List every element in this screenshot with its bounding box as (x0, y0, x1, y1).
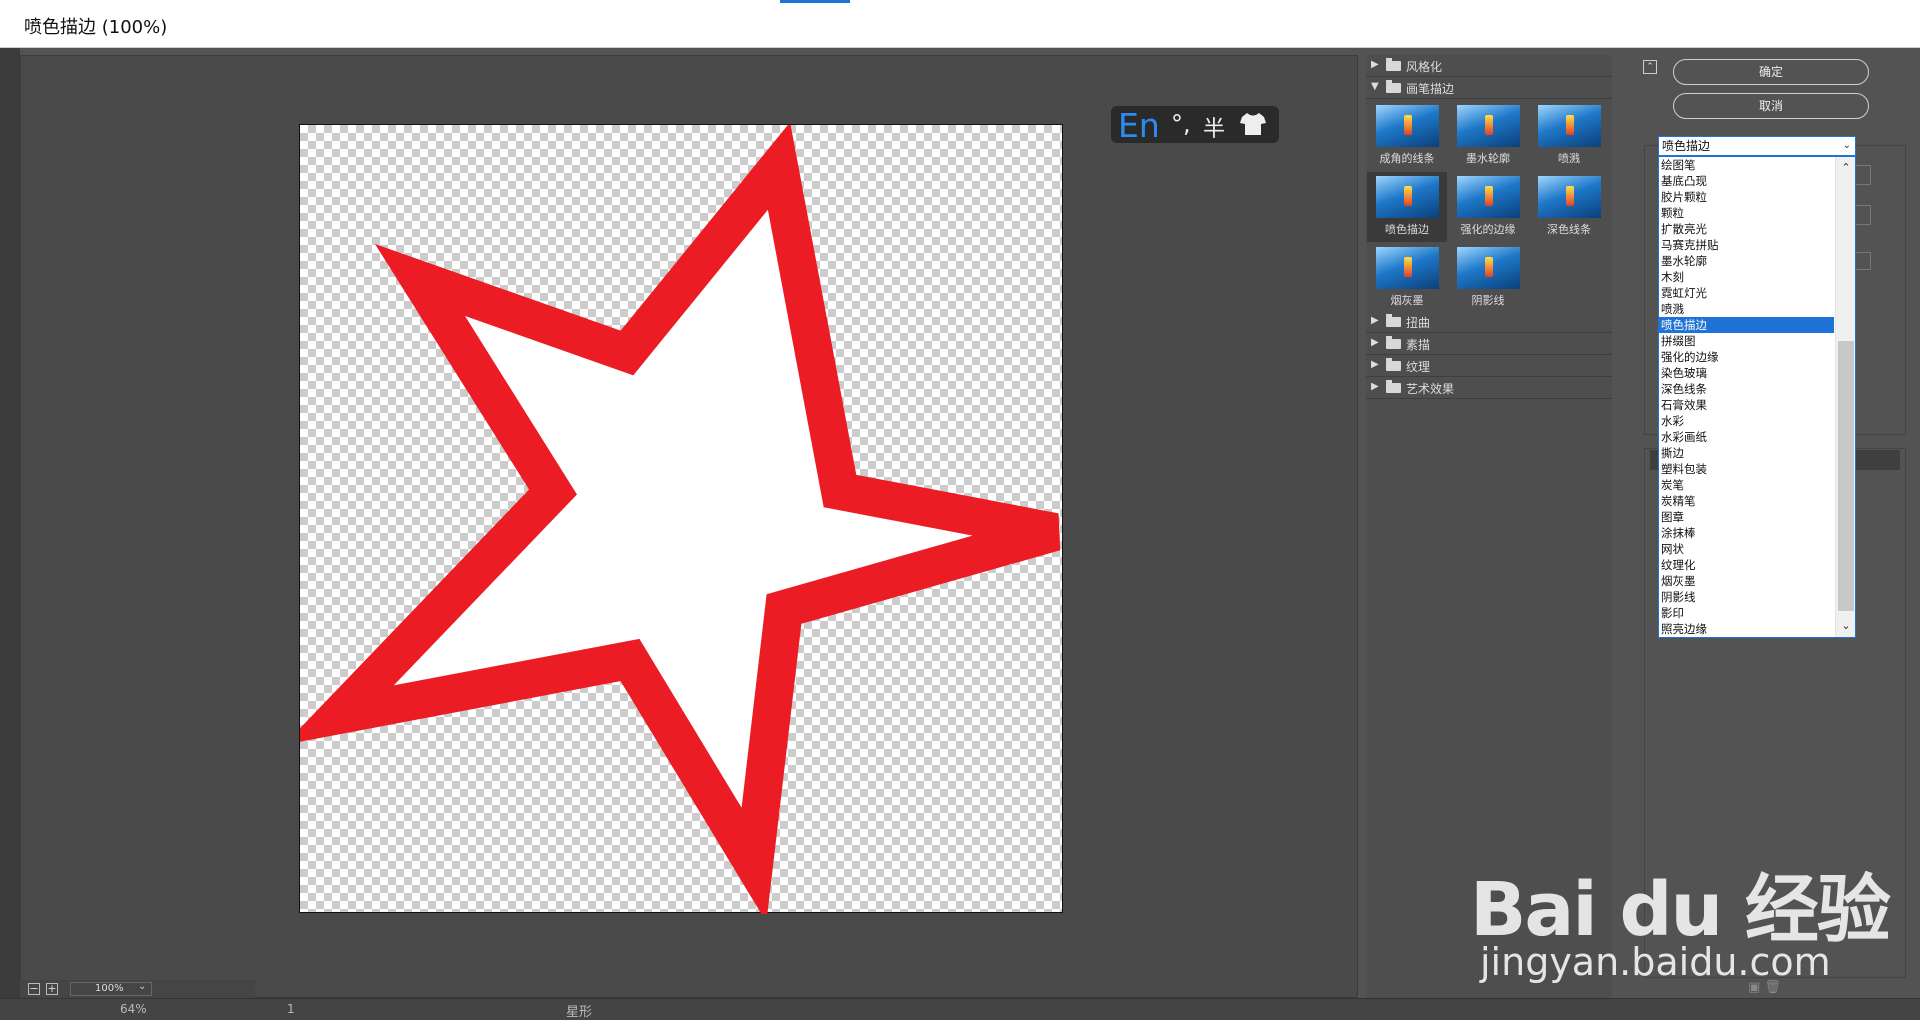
filter-thumb[interactable]: 深色线条 (1529, 172, 1609, 242)
category-artistic[interactable]: ▶ 艺术效果 (1366, 377, 1612, 399)
collapse-gallery-icon[interactable]: ⌃ (1643, 60, 1657, 74)
active-tab-indicator (780, 0, 850, 3)
zoom-out-button[interactable]: − (28, 983, 40, 995)
filter-preview-image (1376, 105, 1439, 147)
ime-width: 半 (1203, 117, 1226, 142)
preview-canvas[interactable] (299, 124, 1063, 914)
filter-option[interactable]: 影印 (1659, 605, 1834, 621)
expand-arrow-icon: ▶ (1371, 315, 1379, 326)
filter-preview-image (1457, 105, 1520, 147)
filter-options-list[interactable]: 绘图笔 基底凸现 胶片颗粒 颗粒 扩散亮光 马赛克拼贴 墨水轮廓 木刻 霓虹灯光… (1658, 156, 1856, 638)
filter-preview-image (1376, 247, 1439, 289)
ime-indicator[interactable]: En °, 半 (1111, 106, 1279, 145)
document-zoom[interactable]: 64% (120, 1002, 147, 1016)
filter-option[interactable]: 照亮边缘 (1659, 621, 1834, 637)
star-shape (300, 125, 1061, 914)
ime-punctuation: °, (1171, 110, 1191, 138)
baidu-watermark: Bai du 经验 jingyan.baidu.com (1470, 810, 1910, 1010)
watermark-url: jingyan.baidu.com (1480, 940, 1831, 984)
filter-option[interactable]: 霓虹灯光 (1659, 285, 1834, 301)
ok-button[interactable]: 确定 (1673, 59, 1869, 85)
filter-thumb[interactable]: 成角的线条 (1367, 101, 1447, 171)
filter-thumb[interactable]: 喷溅 (1529, 101, 1609, 171)
filter-option[interactable]: 喷溅 (1659, 301, 1834, 317)
filter-thumb[interactable]: 墨水轮廓 (1448, 101, 1528, 171)
filter-option[interactable]: 石膏效果 (1659, 397, 1834, 413)
expand-arrow-icon: ▶ (1371, 381, 1379, 392)
expand-arrow-icon: ▶ (1371, 359, 1379, 370)
folder-icon (1386, 80, 1401, 93)
folder-icon (1386, 336, 1401, 349)
filter-thumb[interactable]: 强化的边缘 (1448, 172, 1528, 242)
filter-option[interactable]: 深色线条 (1659, 381, 1834, 397)
filter-option[interactable]: 扩散亮光 (1659, 221, 1834, 237)
filter-option[interactable]: 塑料包装 (1659, 461, 1834, 477)
filter-option[interactable]: 烟灰墨 (1659, 573, 1834, 589)
filter-option[interactable]: 图章 (1659, 509, 1834, 525)
filter-preview-image (1538, 176, 1601, 218)
title-bar: 喷色描边 (100%) (0, 0, 1920, 48)
list-scrollbar[interactable]: ⌃ ⌄ (1835, 157, 1855, 637)
ime-language: En (1118, 106, 1160, 145)
filter-option-selected[interactable]: 喷色描边 (1659, 317, 1834, 333)
category-stylize[interactable]: ▶ 风格化 (1366, 55, 1612, 77)
filter-option[interactable]: 纹理化 (1659, 557, 1834, 573)
filter-select-value: 喷色描边 (1662, 139, 1711, 153)
filter-thumb-selected[interactable]: 喷色描边 (1367, 172, 1447, 242)
filter-preview-image (1457, 176, 1520, 218)
filter-option[interactable]: 染色玻璃 (1659, 365, 1834, 381)
filter-option[interactable]: 墨水轮廓 (1659, 253, 1834, 269)
category-texture[interactable]: ▶ 纹理 (1366, 355, 1612, 377)
expand-arrow-icon: ▶ (1371, 59, 1379, 70)
zoom-control: − + 100% ⌄ (20, 980, 255, 998)
filter-option[interactable]: 马赛克拼贴 (1659, 237, 1834, 253)
filter-select[interactable]: 喷色描边 ⌄ (1658, 136, 1856, 156)
filter-thumb[interactable]: 烟灰墨 (1367, 243, 1447, 313)
expand-arrow-icon: ▶ (1371, 337, 1379, 348)
category-brush-strokes[interactable]: ▼ 画笔描边 (1366, 77, 1612, 99)
filter-option[interactable]: 强化的边缘 (1659, 349, 1834, 365)
page-number[interactable]: 1 (287, 1002, 295, 1016)
folder-icon (1386, 358, 1401, 371)
category-sketch[interactable]: ▶ 素描 (1366, 333, 1612, 355)
chevron-down-icon: ⌄ (1842, 140, 1851, 151)
star-outline (300, 125, 1061, 914)
filter-option[interactable]: 绘图笔 (1659, 157, 1834, 173)
left-edge (0, 48, 20, 1020)
skin-icon (1239, 111, 1267, 140)
category-distort[interactable]: ▶ 扭曲 (1366, 311, 1612, 333)
scrollbar-thumb[interactable] (1838, 341, 1854, 611)
filter-option[interactable]: 颗粒 (1659, 205, 1834, 221)
scroll-down-icon[interactable]: ⌄ (1836, 617, 1855, 635)
filter-option[interactable]: 水彩 (1659, 413, 1834, 429)
filter-option[interactable]: 撕边 (1659, 445, 1834, 461)
cancel-button[interactable]: 取消 (1673, 93, 1869, 119)
filter-preview-image (1457, 247, 1520, 289)
filter-option[interactable]: 炭精笔 (1659, 493, 1834, 509)
filter-option[interactable]: 水彩画纸 (1659, 429, 1834, 445)
filter-preview-image (1538, 105, 1601, 147)
scroll-up-icon[interactable]: ⌃ (1836, 159, 1855, 177)
folder-icon (1386, 58, 1401, 71)
filter-option[interactable]: 木刻 (1659, 269, 1834, 285)
filter-option[interactable]: 炭笔 (1659, 477, 1834, 493)
filter-option[interactable]: 阴影线 (1659, 589, 1834, 605)
filter-option[interactable]: 拼缀图 (1659, 333, 1834, 349)
layer-name: 星形 (566, 1005, 593, 1020)
zoom-in-button[interactable]: + (46, 983, 58, 995)
filter-option[interactable]: 涂抹棒 (1659, 525, 1834, 541)
filter-thumb[interactable]: 阴影线 (1448, 243, 1528, 313)
filter-option[interactable]: 胶片颗粒 (1659, 189, 1834, 205)
folder-icon (1386, 314, 1401, 327)
dialog-title: 喷色描边 (100%) (24, 17, 168, 38)
folder-icon (1386, 380, 1401, 393)
filter-option[interactable]: 基底凸现 (1659, 173, 1834, 189)
filter-option[interactable]: 网状 (1659, 541, 1834, 557)
chevron-down-icon[interactable]: ⌄ (138, 981, 146, 992)
collapse-arrow-icon: ▼ (1371, 81, 1379, 92)
filter-preview-image (1376, 176, 1439, 218)
